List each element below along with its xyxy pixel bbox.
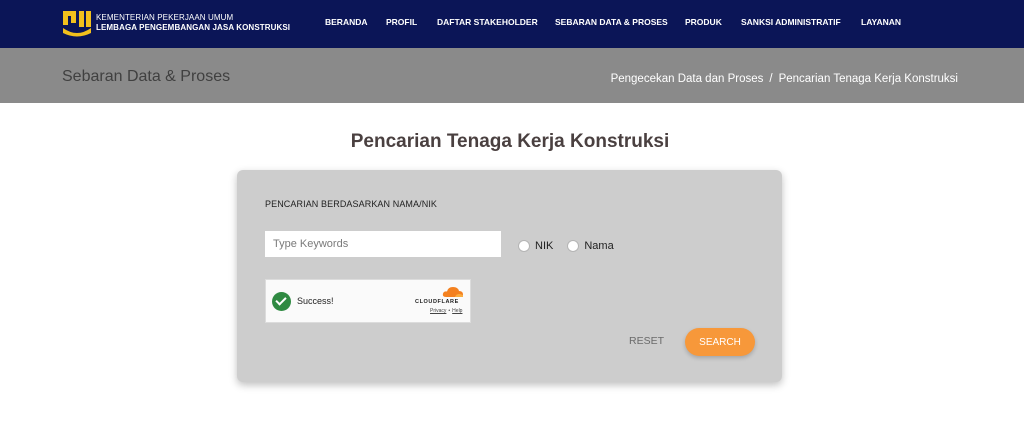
menu-item-daftar-stakeholder[interactable]: DAFTAR STAKEHOLDER (437, 17, 538, 27)
menu-item-produk[interactable]: PRODUK (685, 17, 722, 27)
breadcrumb: Pengecekan Data dan Proses / Pencarian T… (611, 73, 958, 85)
radio-nama-label: Nama (584, 240, 614, 252)
breadcrumb-separator: / (769, 73, 773, 85)
menu-item-layanan[interactable]: LAYANAN (861, 17, 901, 27)
radio-nik[interactable]: NIK (518, 240, 553, 252)
ministry-name: KEMENTERIAN PEKERJAAN UMUM (96, 13, 234, 22)
page-section-title: Sebaran Data & Proses (62, 68, 231, 85)
menu-item-sanksi-administratif[interactable]: SANKSI ADMINISTRATIF (741, 17, 841, 27)
menu-item-beranda[interactable]: BERANDA (325, 17, 368, 27)
search-card: PENCARIAN BERDASARKAN NAMA/NIK NIK Nama … (237, 170, 782, 382)
institution-name: LEMBAGA PENGEMBANGAN JASA KONSTRUKSI (96, 23, 291, 32)
brand[interactable]: KEMENTERIAN PEKERJAAN UMUM LEMBAGA PENGE… (62, 8, 290, 38)
keyword-search-input[interactable] (265, 231, 501, 257)
radio-nama-button[interactable] (567, 240, 580, 252)
captcha-status-text: Success! (297, 296, 334, 306)
radio-nik-button[interactable] (518, 240, 530, 252)
check-circle-icon (272, 292, 291, 311)
cloudflare-logo-text: CLOUDFLARE (415, 299, 459, 305)
menu-item-profil[interactable]: PROFIL (386, 17, 417, 27)
captcha-help-link[interactable]: Help (452, 308, 462, 314)
breadcrumb-item-pengecekan[interactable]: Pengecekan Data dan Proses (611, 73, 764, 85)
top-navbar: KEMENTERIAN PEKERJAAN UMUM LEMBAGA PENGE… (0, 0, 1024, 48)
menu-item-sebaran-data-proses[interactable]: SEBARAN DATA & PROSES (555, 17, 668, 27)
page-title: Pencarian Tenaga Kerja Konstruksi (350, 131, 670, 152)
captcha-links: Privacy • Help (430, 308, 462, 314)
radio-nama[interactable]: Nama (567, 240, 614, 252)
search-type-radio-group: NIK Nama (518, 240, 628, 252)
pupr-logo-icon (63, 11, 91, 37)
search-button[interactable]: SEARCH (685, 328, 755, 356)
breadcrumb-item-current: Pencarian Tenaga Kerja Konstruksi (778, 73, 958, 85)
page-banner: Sebaran Data & Proses Pengecekan Data da… (0, 48, 1024, 103)
reset-button[interactable]: RESET (629, 335, 664, 347)
radio-nik-label: NIK (535, 240, 554, 252)
captcha-privacy-link[interactable]: Privacy (430, 308, 446, 314)
cloudflare-cloud-icon (442, 287, 463, 297)
captcha-link-separator: • (448, 308, 451, 314)
cloudflare-captcha-widget[interactable]: Success! CLOUDFLARE Privacy • Help (265, 279, 471, 323)
search-section-label: PENCARIAN BERDASARKAN NAMA/NIK (265, 199, 438, 209)
